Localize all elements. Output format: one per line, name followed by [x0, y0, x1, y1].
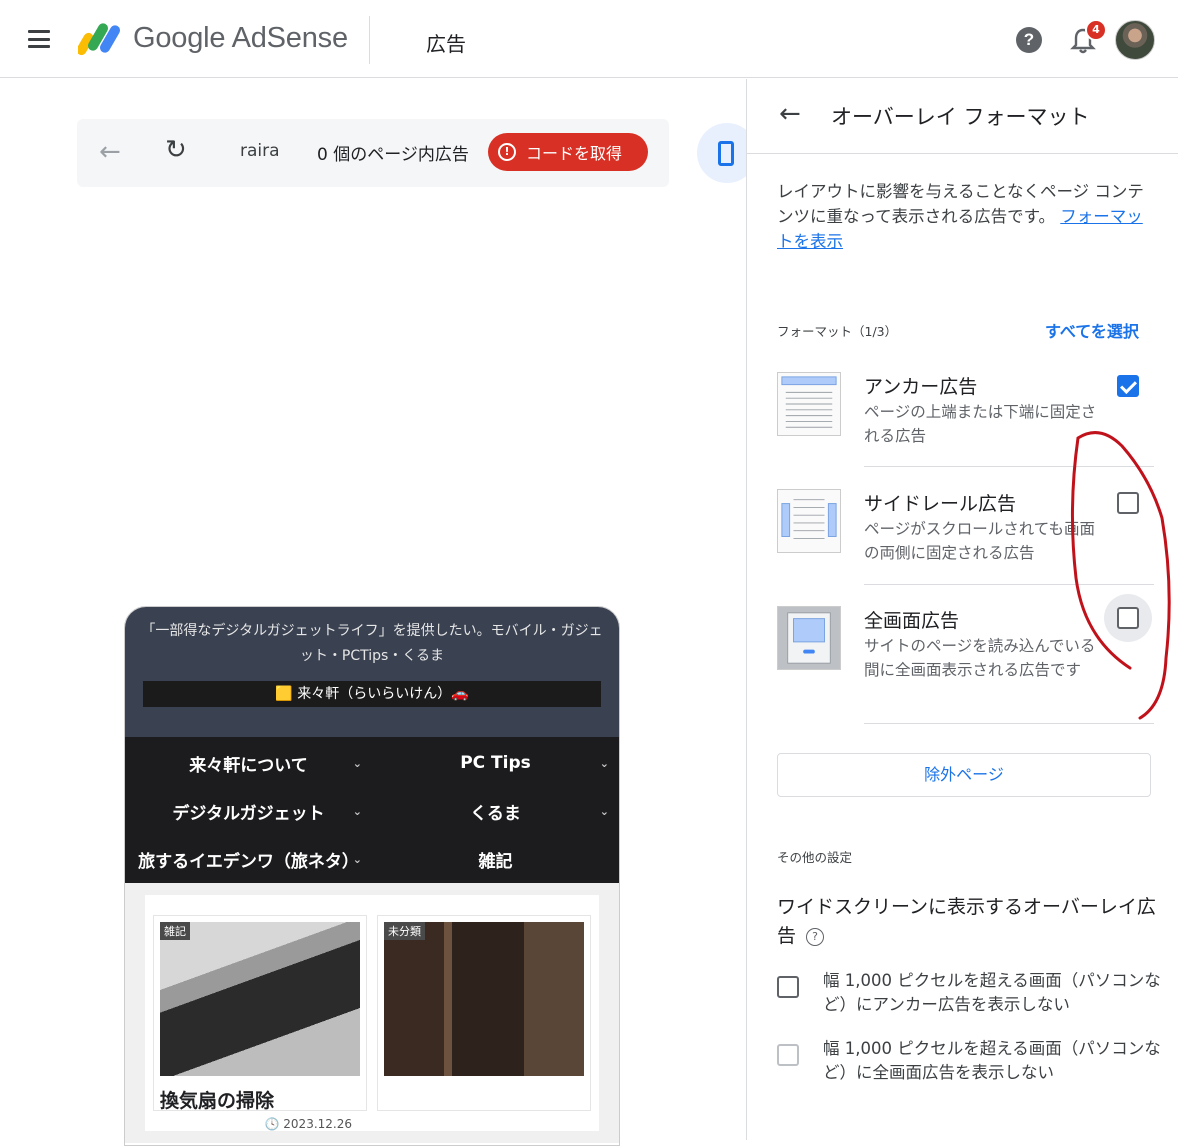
select-all-link[interactable]: すべてを選択 — [1045, 318, 1139, 342]
nav-label: くるま — [470, 803, 521, 824]
post-card[interactable]: 未分類 — [377, 915, 591, 1111]
hide-anchor-checkbox[interactable] — [777, 976, 799, 998]
format-side-rail: サイドレール広告 ページがスクロールされても画面の両側に固定される広告 — [777, 489, 1153, 569]
notification-count-badge: 4 — [1085, 19, 1107, 41]
alert-icon: ! — [498, 143, 516, 161]
full-screen-ad-checkbox[interactable] — [1117, 607, 1139, 629]
nav-item[interactable]: PC Tips ⌄ — [372, 739, 619, 787]
panel-description: レイアウトに影響を与えることなくページ コンテンツに重なって表示される広告です。… — [777, 179, 1149, 254]
option-text: 幅 1,000 ピクセルを超える画面（パソコンなど）に全画面広告を表示しない — [823, 1039, 1161, 1082]
nav-label: デジタルガジェット — [172, 803, 325, 824]
option-hide-fullscreen-widescreen: 幅 1,000 ピクセルを超える画面（パソコンなど）に全画面広告を表示しない — [777, 1037, 1167, 1087]
nav-item[interactable]: 旅するイエデンワ（旅ネタ） ⌄ — [125, 835, 372, 883]
widescreen-section-title: ワイドスクリーンに表示するオーバーレイ広告? — [777, 893, 1167, 951]
site-navigation: 来々軒について ⌄ PC Tips ⌄ デジタルガジェット ⌄ くるま ⌄ 旅するイエデ… — [125, 737, 619, 883]
format-full-screen: 全画面広告 サイトのページを読み込んでいる間に全画面表示される広告です — [777, 594, 1153, 706]
nav-label: 旅するイエデンワ（旅ネタ） — [138, 851, 359, 872]
side-rail-ad-thumbnail-icon — [777, 489, 841, 553]
preview-pane: ← ↻ raira 0 個のページ内広告 ! コードを取得 「一部得なデジタルガ… — [0, 79, 757, 1146]
site-header: 「一部得なデジタルガジェットライフ」を提供したい。モバイル・ガジェット・PCTi… — [125, 607, 619, 737]
overlay-format-panel: ← オーバーレイ フォーマット レイアウトに影響を与えることなくページ コンテン… — [746, 79, 1178, 1140]
category-tag: 未分類 — [384, 922, 425, 940]
format-name: 全画面広告 — [864, 610, 960, 632]
site-body: 雑記 換気扇の掃除 🕓 2023.12.26 未分類 — [125, 883, 619, 1143]
anchor-ad-checkbox[interactable] — [1117, 375, 1139, 397]
post-thumbnail: 未分類 — [384, 922, 584, 1076]
get-code-label: コードを取得 — [526, 144, 623, 163]
format-description: サイトのページを読み込んでいる間に全画面表示される広告です — [864, 637, 1096, 679]
help-circle-icon[interactable]: ? — [806, 927, 825, 946]
header-divider — [369, 16, 370, 64]
brand-name: Google AdSense — [133, 22, 348, 54]
panel-title: オーバーレイ フォーマット — [831, 105, 1090, 129]
site-logo[interactable]: 🟨 来々軒（らいらいけん）🚗 — [143, 681, 601, 707]
anchor-ad-thumbnail-icon — [777, 372, 841, 436]
back-arrow-icon[interactable]: ← — [99, 137, 121, 167]
format-name: サイドレール広告 — [864, 493, 1017, 515]
divider — [864, 584, 1154, 585]
option-text: 幅 1,000 ピクセルを超える画面（パソコンなど）にアンカー広告を表示しない — [823, 971, 1161, 1014]
nav-item[interactable]: デジタルガジェット ⌄ — [125, 787, 372, 835]
in-page-ad-count: 0 個のページ内広告 — [317, 145, 469, 165]
format-description: ページの上端または下端に固定される広告 — [864, 403, 1097, 445]
top-app-bar: Google AdSense 広告 ? 4 — [0, 0, 1178, 78]
category-tag: 雑記 — [160, 922, 190, 940]
side-rail-ad-checkbox[interactable] — [1117, 492, 1139, 514]
back-arrow-icon[interactable]: ← — [779, 99, 801, 129]
adsense-logo — [78, 23, 120, 56]
account-avatar[interactable] — [1115, 20, 1155, 60]
menu-icon[interactable] — [28, 30, 50, 48]
divider — [864, 466, 1154, 467]
site-tagline: 「一部得なデジタルガジェットライフ」を提供したい。モバイル・ガジェット・PCTi… — [141, 623, 603, 664]
panel-header: ← オーバーレイ フォーマット — [747, 79, 1178, 154]
get-code-button[interactable]: ! コードを取得 — [488, 133, 648, 171]
nav-item[interactable]: くるま ⌄ — [372, 787, 619, 835]
formats-label: フォーマット（1/3） — [777, 324, 898, 339]
post-card[interactable]: 雑記 換気扇の掃除 🕓 2023.12.26 — [153, 915, 367, 1131]
chevron-down-icon: ⌄ — [599, 756, 609, 770]
chevron-down-icon: ⌄ — [352, 804, 362, 818]
page-title: 広告 — [426, 32, 466, 56]
chevron-down-icon: ⌄ — [352, 852, 362, 866]
hide-fullscreen-checkbox[interactable] — [777, 1044, 799, 1066]
help-icon[interactable]: ? — [1016, 27, 1042, 53]
divider — [864, 723, 1154, 724]
format-anchor: アンカー広告 ページの上端または下端に固定される広告 — [777, 372, 1153, 452]
reload-icon[interactable]: ↻ — [165, 135, 187, 165]
nav-label: 雑記 — [478, 851, 513, 872]
chevron-down-icon: ⌄ — [599, 804, 609, 818]
other-settings-label: その他の設定 — [777, 850, 853, 865]
option-hide-anchor-widescreen: 幅 1,000 ピクセルを超える画面（パソコンなど）にアンカー広告を表示しない — [777, 969, 1167, 1019]
format-description: ページがスクロールされても画面の両側に固定される広告 — [864, 520, 1095, 562]
site-name: raira — [240, 141, 280, 161]
post-thumbnail: 雑記 — [160, 922, 360, 1076]
nav-label: 来々軒について — [189, 755, 308, 776]
mobile-site-preview: 「一部得なデジタルガジェットライフ」を提供したい。モバイル・ガジェット・PCTi… — [124, 606, 620, 1146]
nav-item[interactable]: 来々軒について ⌄ — [125, 739, 372, 787]
format-name: アンカー広告 — [864, 376, 978, 398]
widescreen-title-text: ワイドスクリーンに表示するオーバーレイ広告 — [777, 896, 1156, 947]
post-title: 換気扇の掃除 — [160, 1090, 275, 1112]
post-list: 雑記 換気扇の掃除 🕓 2023.12.26 未分類 — [145, 895, 599, 1131]
post-date: 🕓 2023.12.26 — [264, 1117, 352, 1131]
smartphone-icon — [718, 141, 734, 166]
full-screen-ad-thumbnail-icon — [777, 606, 841, 670]
nav-item[interactable]: 雑記 — [372, 835, 619, 883]
preview-toolbar: ← ↻ raira 0 個のページ内広告 ! コードを取得 — [77, 119, 669, 187]
exclude-pages-button[interactable]: 除外ページ — [777, 753, 1151, 797]
nav-label: PC Tips — [460, 753, 531, 773]
chevron-down-icon: ⌄ — [352, 756, 362, 770]
